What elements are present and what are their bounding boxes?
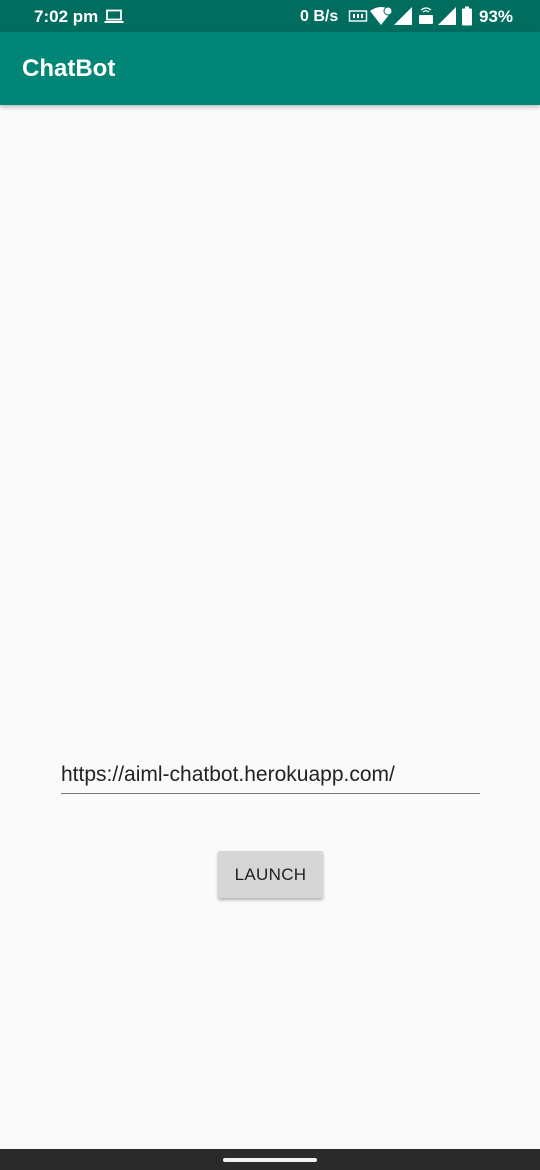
home-gesture-handle[interactable] (223, 1158, 317, 1162)
volte-icon (419, 7, 433, 24)
signal-icon-2 (438, 7, 456, 25)
launch-button[interactable]: LAUNCH (218, 851, 323, 898)
status-time: 7:02 pm (34, 7, 99, 26)
network-speed: 0 B/s (300, 8, 339, 25)
battery-icon (462, 6, 472, 26)
status-bar: 7:02 pm 0 B/s 93% (0, 0, 540, 32)
battery-percentage: 93% (479, 7, 514, 26)
hd-icon (348, 10, 368, 22)
wifi-icon (370, 6, 393, 25)
navigation-bar (0, 1149, 540, 1170)
signal-icon (394, 7, 412, 25)
laptop-icon (104, 9, 124, 23)
url-input[interactable] (61, 757, 480, 794)
app-title: ChatBot (22, 55, 116, 82)
app-bar: ChatBot (0, 32, 540, 105)
